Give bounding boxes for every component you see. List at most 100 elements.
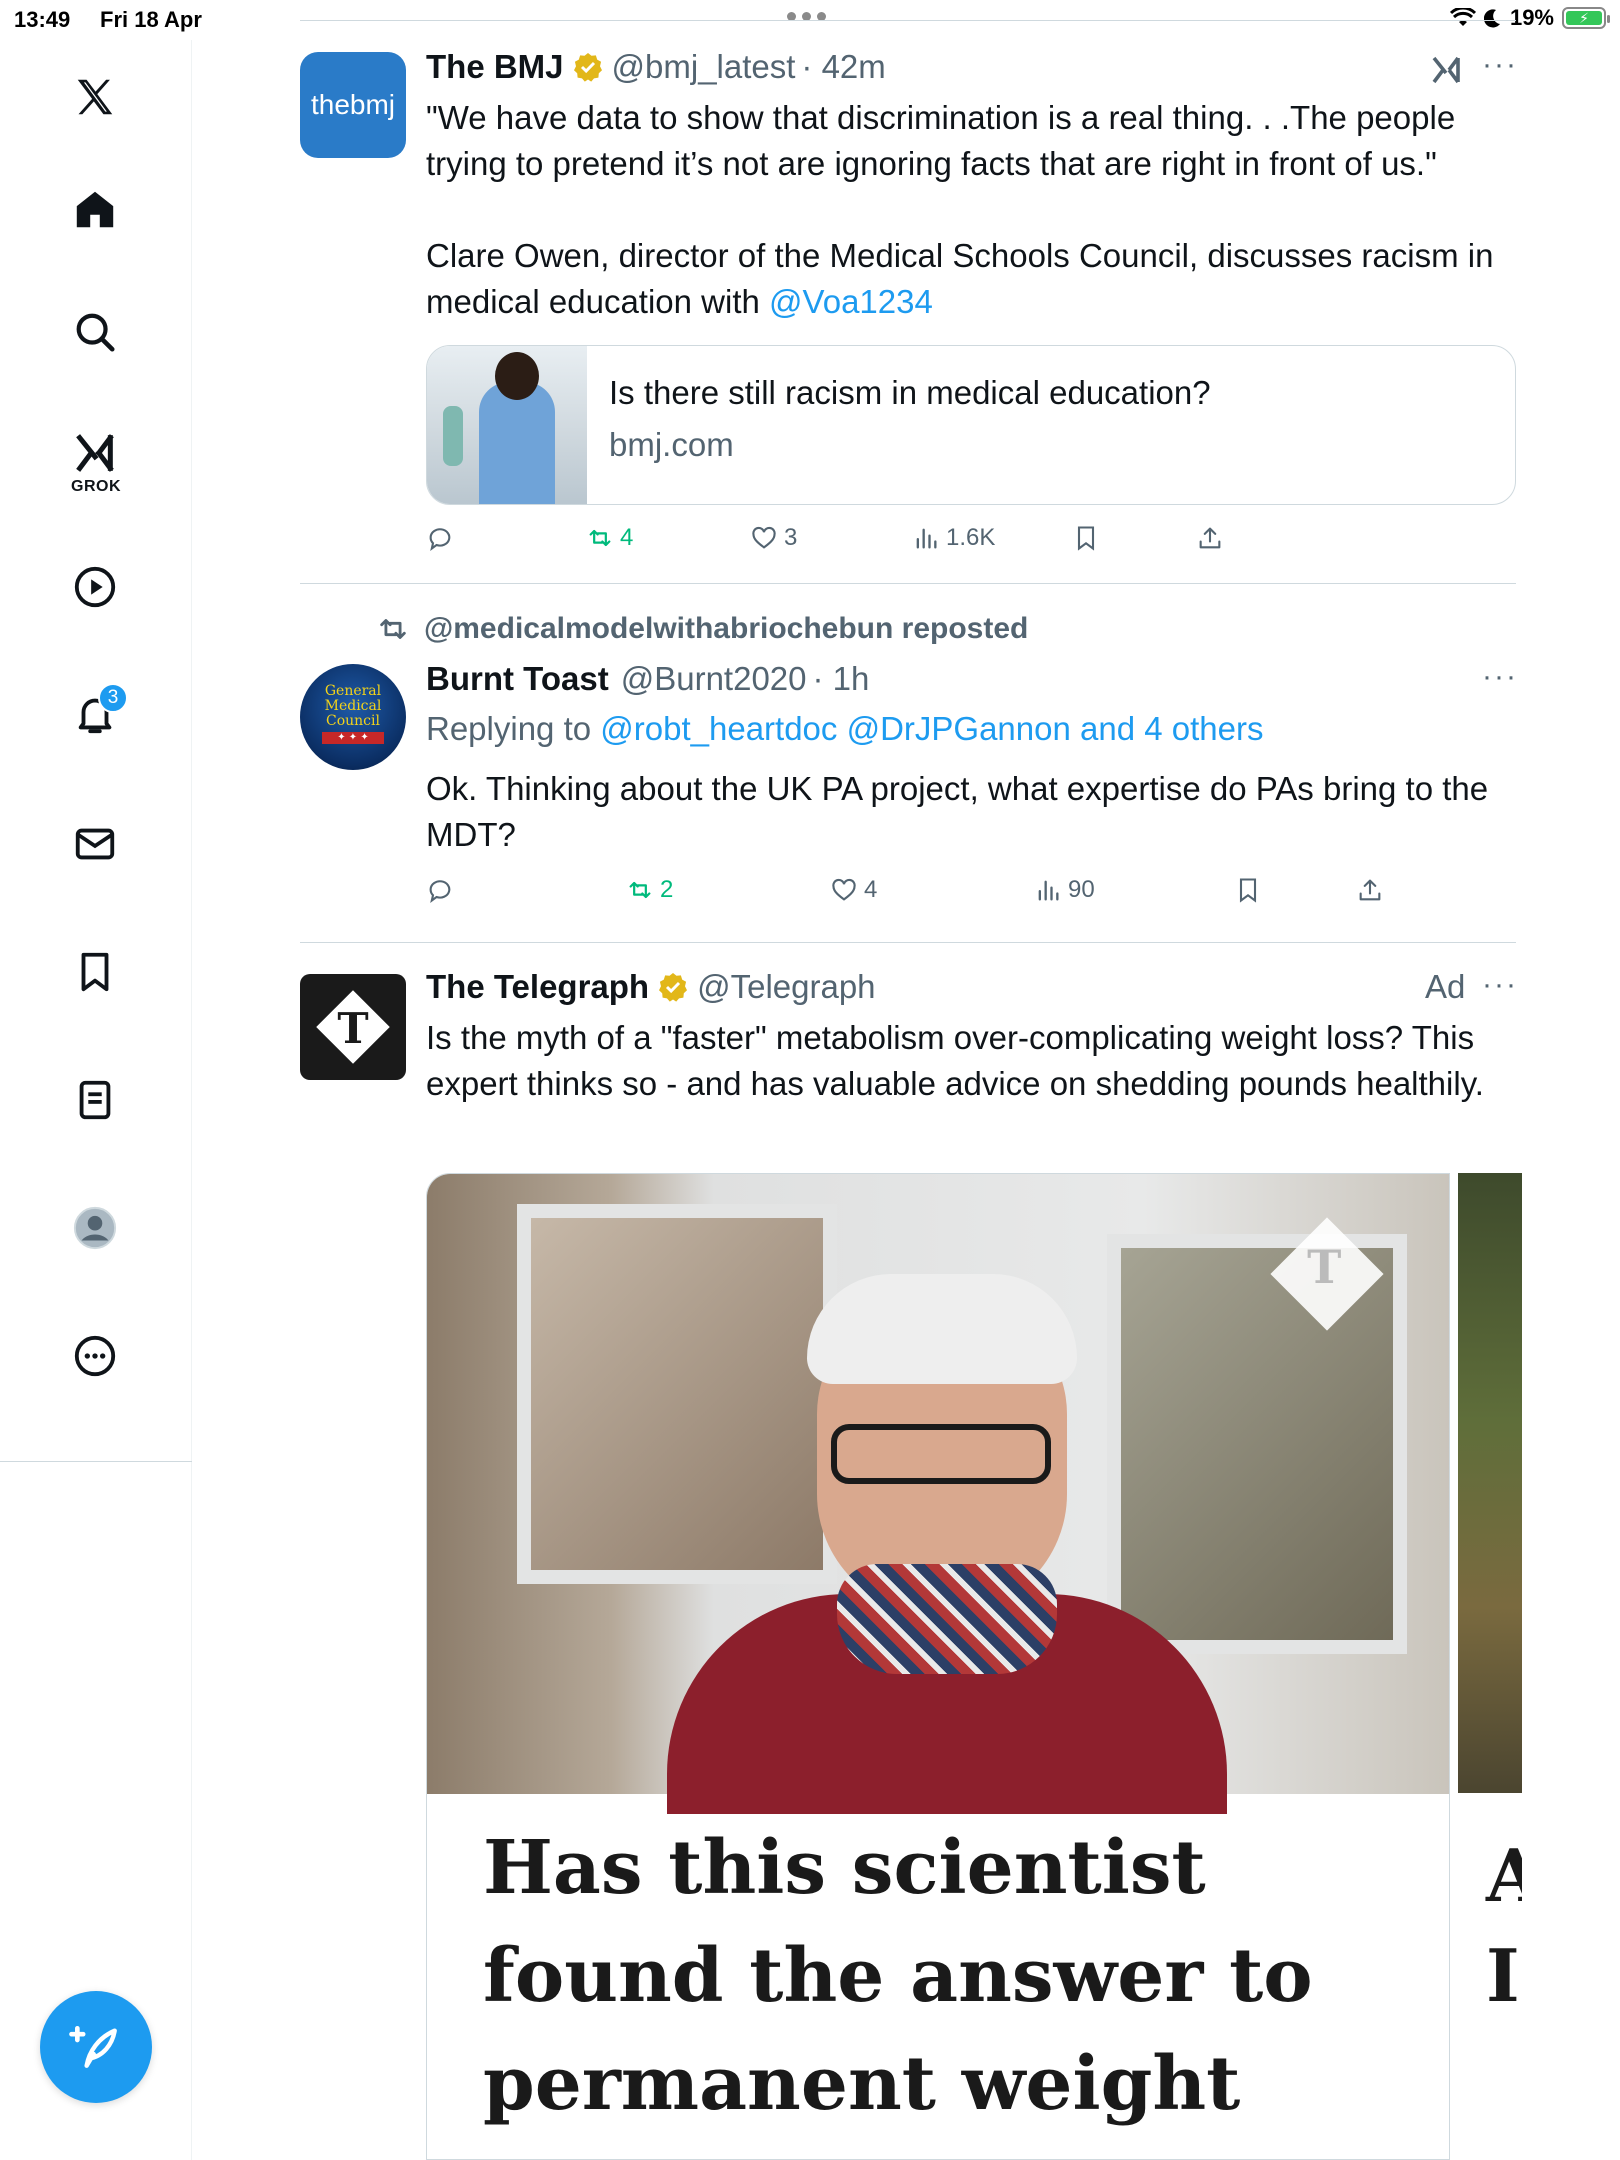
- ad-media-card[interactable]: T Has this scientist found the answer to…: [426, 1173, 1450, 2160]
- author-handle[interactable]: @Telegraph: [697, 968, 875, 1006]
- reply-icon: [429, 880, 451, 904]
- notification-badge: 3: [98, 683, 128, 713]
- bookmark-icon[interactable]: [62, 939, 128, 1005]
- wifi-icon: [1449, 8, 1476, 26]
- share-icon: [1359, 879, 1381, 901]
- like-count: 3: [784, 524, 798, 551]
- repost-count: 4: [620, 524, 634, 551]
- like-count: 4: [864, 876, 878, 903]
- views-button[interactable]: 90: [1034, 876, 1095, 904]
- multitasking-dots-icon[interactable]: [787, 12, 835, 26]
- views-chart-icon: [916, 528, 937, 549]
- tweet-text-2: Clare Owen, director of the Medical Scho…: [426, 233, 1506, 325]
- card-title: Is there still racism in medical educati…: [609, 374, 1211, 411]
- like-button[interactable]: 4: [830, 876, 877, 904]
- home-icon[interactable]: [62, 177, 128, 243]
- tweet-actions: 4 3 1.6K: [426, 524, 1516, 564]
- ad-label: Ad: [1425, 968, 1466, 1005]
- tweet-actions: 2 4 90: [426, 876, 1516, 916]
- status-indicators: 19% ⚡: [1449, 5, 1610, 31]
- tweet-text: Is the myth of a "faster" metabolism ove…: [426, 1019, 1484, 1102]
- video-play-icon[interactable]: [62, 554, 128, 620]
- reply-button[interactable]: [426, 524, 454, 552]
- repost-count: 2: [660, 876, 674, 903]
- sidebar: GROK 3: [0, 40, 192, 2160]
- author-name[interactable]: The BMJ: [426, 48, 564, 86]
- ad-headline-next-2: I: [1486, 1933, 1520, 2018]
- repost-icon: [629, 881, 651, 899]
- repost-context: @medicalmodelwithabriochebun reposted: [376, 612, 1028, 646]
- moon-icon: [1483, 9, 1500, 28]
- tweet-time: · 42m: [801, 48, 886, 85]
- share-button[interactable]: [1196, 524, 1224, 552]
- tweet-header: The BMJ @bmj_latest · 42m: [426, 48, 886, 86]
- x-logo-icon[interactable]: [62, 64, 128, 130]
- grok-tweet-icon[interactable]: [1428, 52, 1464, 88]
- telegraph-logo-icon: T: [316, 990, 390, 1064]
- views-chart-icon: [1038, 880, 1059, 901]
- more-options-icon[interactable]: ···: [1482, 48, 1518, 82]
- author-handle[interactable]: @Burnt2020: [621, 660, 807, 698]
- author-handle[interactable]: @bmj_latest: [612, 48, 796, 86]
- mention-link[interactable]: @Voa1234: [769, 283, 933, 320]
- compose-button[interactable]: [40, 1991, 152, 2103]
- heart-icon: [752, 526, 776, 549]
- views-count: 90: [1068, 876, 1095, 903]
- card-thumbnail: [427, 346, 587, 504]
- avatar[interactable]: General Medical Council ✦ ✦ ✦: [300, 664, 406, 770]
- grok-icon[interactable]: [62, 420, 128, 486]
- notifications-bell-icon[interactable]: 3: [62, 681, 128, 747]
- like-button[interactable]: 3: [750, 524, 797, 552]
- more-circle-icon[interactable]: [62, 1323, 128, 1389]
- reply-icon: [429, 528, 451, 552]
- tweet-header: Burnt Toast @Burnt2020 · 1h: [426, 660, 869, 698]
- reply-to-links[interactable]: @robt_heartdoc @DrJPGannon and 4 others: [600, 710, 1263, 747]
- profile-avatar-icon[interactable]: [62, 1195, 128, 1261]
- messages-envelope-icon[interactable]: [62, 811, 128, 877]
- tweet-text: "We have data to show that discriminatio…: [426, 99, 1456, 182]
- bookmark-tweet-icon: [1239, 878, 1257, 903]
- battery-icon: ⚡: [1562, 7, 1610, 29]
- bookmark-tweet-button[interactable]: [1234, 876, 1262, 904]
- battery-percent: 19%: [1509, 5, 1554, 30]
- svg-text:T: T: [337, 1004, 368, 1053]
- ad-photo: T: [427, 1174, 1449, 1814]
- repost-button[interactable]: 2: [626, 876, 673, 904]
- compose-feather-icon: [69, 2026, 117, 2068]
- tweet-divider: [300, 583, 1516, 584]
- grok-label: GROK: [71, 478, 121, 495]
- lists-icon[interactable]: [62, 1067, 128, 1133]
- repost-icon: [589, 529, 611, 547]
- share-icon: [1199, 527, 1221, 549]
- card-domain: bmj.com: [609, 426, 734, 463]
- reply-prefix: Replying to: [426, 710, 601, 747]
- author-name[interactable]: The Telegraph: [426, 968, 649, 1006]
- tweet-text: Ok. Thinking about the UK PA project, wh…: [426, 770, 1489, 853]
- more-options-icon[interactable]: ···: [1482, 660, 1518, 694]
- tweet-text-body: Clare Owen, director of the Medical Scho…: [426, 237, 1494, 320]
- avatar[interactable]: T: [300, 974, 406, 1080]
- reply-button[interactable]: [426, 876, 454, 904]
- bmj-logo: thebmj: [310, 89, 396, 120]
- repost-by-text[interactable]: @medicalmodelwithabriochebun reposted: [424, 612, 1028, 646]
- ad-headline: Has this scientist found the answer to p…: [483, 1825, 1313, 2159]
- sidebar-divider: [0, 1461, 192, 1462]
- feed-top-divider: [300, 20, 1516, 21]
- views-button[interactable]: 1.6K: [912, 524, 995, 552]
- repost-indicator-icon: [380, 619, 406, 639]
- verified-badge-icon: [659, 973, 688, 1002]
- ad-media-card-next[interactable]: A I: [1458, 1173, 1522, 2160]
- repost-button[interactable]: 4: [586, 524, 633, 552]
- share-button[interactable]: [1356, 876, 1384, 904]
- more-options-icon[interactable]: ···: [1482, 968, 1518, 1002]
- bookmark-tweet-button[interactable]: [1072, 524, 1100, 552]
- avatar[interactable]: thebmj: [300, 52, 406, 158]
- link-card[interactable]: Is there still racism in medical educati…: [426, 345, 1516, 505]
- status-date: Fri 18 Apr: [100, 7, 202, 32]
- tweet-header: The Telegraph @Telegraph: [426, 968, 876, 1006]
- author-name[interactable]: Burnt Toast: [426, 660, 609, 698]
- ad-photo-next: [1458, 1173, 1522, 1793]
- tweet-divider: [300, 942, 1516, 943]
- search-icon[interactable]: [62, 299, 128, 365]
- views-count: 1.6K: [946, 524, 996, 551]
